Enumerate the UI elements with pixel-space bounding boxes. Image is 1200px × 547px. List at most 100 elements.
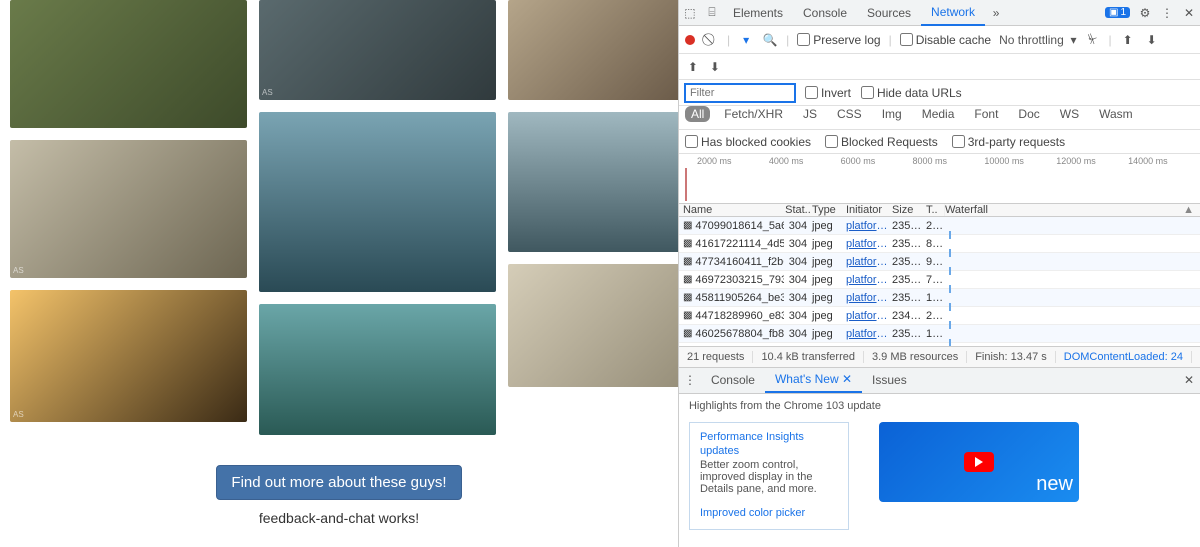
timeline-overview[interactable]: 2000 ms 4000 ms 6000 ms 8000 ms 10000 ms… [679,154,1200,204]
preserve-log-checkbox[interactable]: Preserve log [797,33,880,47]
filter-icon[interactable]: ▾ [738,33,754,47]
throttling-select[interactable]: No throttling ▾ [999,33,1076,47]
table-row[interactable]: ▩46025678804_fb8c…304jpegplatform…235…1… [679,325,1200,343]
file-icon: ▩ [683,292,692,304]
type-fetch[interactable]: Fetch/XHR [718,106,789,122]
search-icon[interactable]: 🔍 [762,33,778,47]
network-conditions-icon[interactable]: ⏧ [1084,32,1100,47]
table-row[interactable]: ▩44718289960_e83…304jpegplatform…234…2… [679,307,1200,325]
filter-input[interactable] [685,84,795,102]
thumb-seadragon[interactable] [259,304,496,435]
record-icon[interactable] [685,35,695,45]
find-out-more-button[interactable]: Find out more about these guys! [216,465,461,500]
table-row[interactable]: ▩47099018614_5a6…304jpegplatform…235…2… [679,217,1200,235]
thumb-whaleshark[interactable] [259,112,496,292]
perf-insights-link[interactable]: Performance Insights [700,431,838,443]
tab-elements[interactable]: Elements [723,0,793,26]
kebab-menu-icon[interactable]: ⋮ [1156,6,1178,20]
export-icon[interactable]: ⬇ [1144,33,1160,47]
network-toolbar2: ⬆ ⬇ [679,54,1200,80]
table-row[interactable]: ▩45811905264_be3…304jpegplatform…235…1… [679,289,1200,307]
issues-badge[interactable]: ▣ 1 [1105,7,1130,18]
hide-data-urls-checkbox[interactable]: Hide data URLs [861,86,962,100]
app-gallery: AS AS AS Find out more about these guys!… [0,0,678,547]
thumb-iguana[interactable] [508,0,678,100]
thumb-tortoise[interactable]: AS [259,0,496,100]
play-icon[interactable] [964,452,994,472]
type-doc[interactable]: Doc [1012,106,1045,122]
image-grid: AS AS AS [10,0,668,435]
drawer-headline: Highlights from the Chrome 103 update [689,400,1190,412]
type-all[interactable]: All [685,106,710,122]
blocked-requests-checkbox[interactable]: Blocked Requests [825,135,938,149]
download-har-icon[interactable]: ⬇ [707,60,723,74]
thumb-booby[interactable]: AS [10,140,247,278]
disable-cache-checkbox[interactable]: Disable cache [900,33,991,47]
status-requests: 21 requests [687,351,753,363]
device-mode-icon[interactable]: ⌸ [701,5,723,20]
inspect-icon[interactable]: ⬚ [679,6,701,20]
clear-icon[interactable]: ⃠ [703,32,719,47]
devtools-tabbar: ⬚ ⌸ Elements Console Sources Network » ▣… [679,0,1200,26]
status-resources: 3.9 MB resources [872,351,967,363]
table-header[interactable]: Name Stat.. Type Initiator Size T.. Wate… [679,204,1200,217]
drawer-body: Highlights from the Chrome 103 update Pe… [679,394,1200,547]
sort-icon: ▲ [1183,204,1194,216]
drawer-tab-console[interactable]: Console [701,367,765,393]
col-time: T.. [926,204,944,216]
import-icon[interactable]: ⬆ [1120,33,1136,47]
type-js[interactable]: JS [797,106,823,122]
perf-updates-link[interactable]: updates [700,445,838,457]
type-img[interactable]: Img [876,106,908,122]
drawer-menu-icon[interactable]: ⋮ [679,373,701,387]
tab-console[interactable]: Console [793,0,857,26]
type-css[interactable]: CSS [831,106,868,122]
drawer-tab-issues[interactable]: Issues [862,367,917,393]
file-icon: ▩ [683,310,692,322]
drawer-tabbar: ⋮ Console What's New ✕ Issues ✕ [679,368,1200,394]
chrome-promo[interactable]: new [879,422,1079,502]
drawer-tab-whatsnew[interactable]: What's New ✕ [765,367,862,393]
insights-card[interactable]: Performance Insights updates Better zoom… [689,422,849,530]
color-picker-link[interactable]: Improved color picker [700,507,838,519]
tab-network[interactable]: Network [921,0,985,26]
col-size: Size [892,204,926,216]
extra-filters: Has blocked cookies Blocked Requests 3rd… [679,130,1200,154]
type-ws[interactable]: WS [1054,106,1085,122]
drawer-close-icon[interactable]: ✕ [1178,373,1200,387]
more-tabs-icon[interactable]: » [985,6,1007,20]
col-type: Type [812,204,846,216]
type-media[interactable]: Media [916,106,961,122]
network-status-bar: 21 requests 10.4 kB transferred 3.9 MB r… [679,346,1200,368]
file-icon: ▩ [683,238,692,250]
col-waterfall: Waterfall▲ [944,204,1200,216]
status-finish: Finish: 13.47 s [975,351,1056,363]
type-wasm[interactable]: Wasm [1093,106,1139,122]
perf-body: Better zoom control, improved display in… [700,459,838,495]
blocked-cookies-checkbox[interactable]: Has blocked cookies [685,135,811,149]
close-icon[interactable]: ✕ [1178,6,1200,20]
type-font[interactable]: Font [968,106,1004,122]
thumb-leopardshark[interactable] [508,264,678,387]
table-row[interactable]: ▩47734160411_f2b6…304jpegplatform…235…9… [679,253,1200,271]
resource-type-filter: All Fetch/XHR JS CSS Img Media Font Doc … [679,106,1200,130]
file-icon: ▩ [683,256,692,268]
upload-har-icon[interactable]: ⬆ [685,60,701,74]
col-name: Name [679,204,784,216]
table-row[interactable]: ▩41617221114_4d5…304jpegplatform…235…8… [679,235,1200,253]
invert-checkbox[interactable]: Invert [805,86,851,100]
file-icon: ▩ [683,220,692,232]
table-row[interactable]: ▩46972303215_793…304jpegplatform…235…7… [679,271,1200,289]
thumb-manta[interactable] [508,112,678,252]
devtools-panel: ⬚ ⌸ Elements Console Sources Network » ▣… [678,0,1200,547]
settings-icon[interactable]: ⚙ [1134,6,1156,20]
thumb-sunset[interactable]: AS [10,290,247,422]
feedback-text: feedback-and-chat works! [10,510,668,526]
third-party-checkbox[interactable]: 3rd-party requests [952,135,1065,149]
file-icon: ▩ [683,274,692,286]
tab-sources[interactable]: Sources [857,0,921,26]
col-initiator: Initiator [846,204,892,216]
network-toolbar: ⃠ | ▾ 🔍 | Preserve log | Disable cache N… [679,26,1200,54]
col-status: Stat.. [784,204,812,216]
thumb-koala[interactable] [10,0,247,128]
